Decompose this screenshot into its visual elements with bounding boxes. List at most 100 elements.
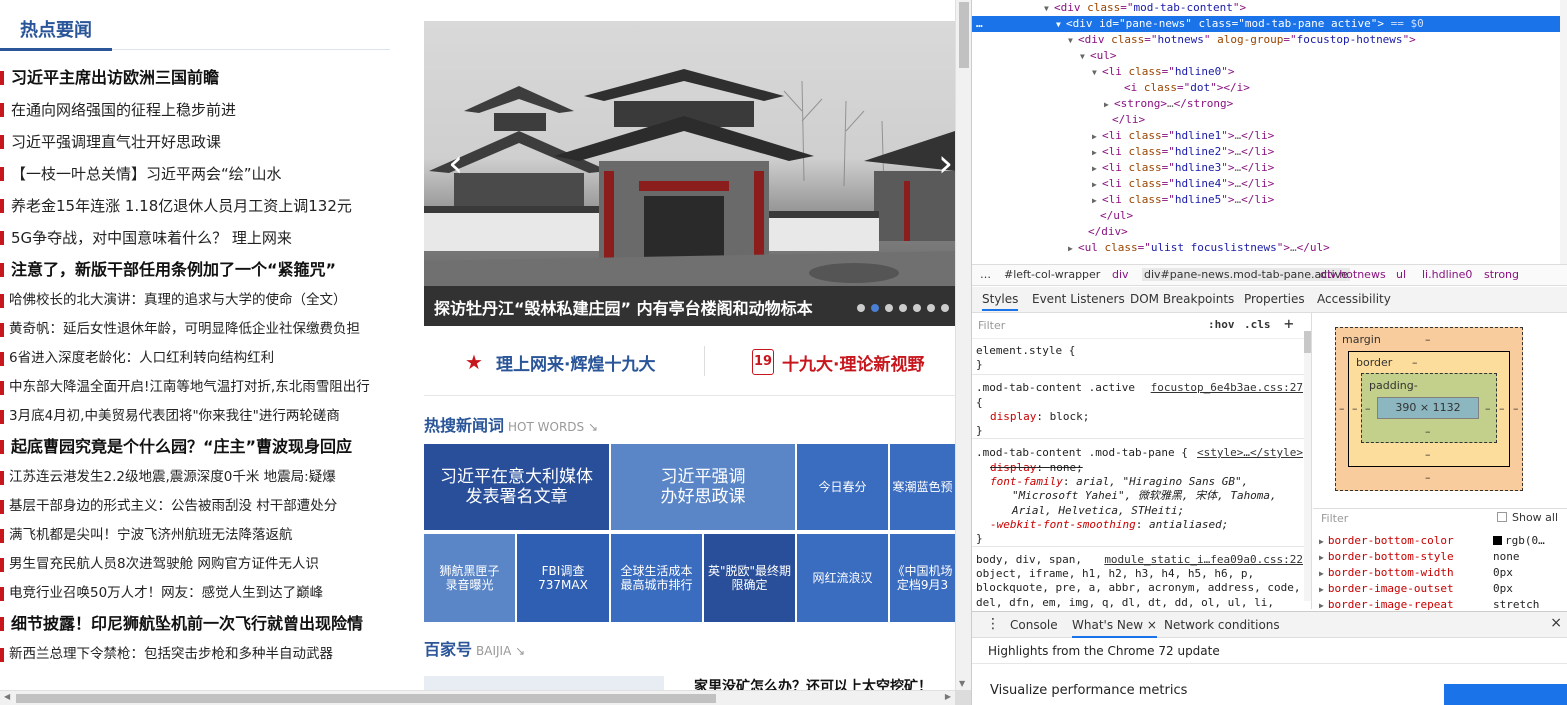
breadcrumb-item[interactable]: strong — [1484, 268, 1519, 281]
dom-node-line[interactable]: ▼ <div id="pane-news" class="mod-tab-pane… — [972, 16, 1562, 32]
expand-triangle-icon[interactable]: ▶ — [1319, 553, 1324, 562]
news-item-text[interactable]: 3月底4月初,中美贸易代表团将"你来我往"进行两轮磋商 — [9, 402, 340, 431]
collapse-triangle-icon[interactable]: ▼ — [1092, 65, 1102, 81]
style-line[interactable]: element.style { — [976, 343, 1075, 358]
computed-property-row[interactable]: ▶ border-image-outset 0px — [1319, 581, 1513, 597]
show-all-checkbox[interactable]: Show all — [1497, 511, 1558, 524]
carousel-dot[interactable] — [871, 304, 879, 312]
news-item-text[interactable]: 哈佛校长的北大演讲：真理的追求与大学的使命（全文） — [9, 286, 347, 315]
breadcrumb-item[interactable]: #left-col-wrapper — [1004, 268, 1100, 281]
page-horizontal-scrollbar[interactable]: ◀ ▶ — [0, 690, 955, 705]
baijia-headline[interactable]: 家里没矿怎么办？还可以上太空挖矿！ — [694, 676, 932, 690]
new-style-rule-button[interactable]: + — [1284, 314, 1294, 333]
news-item[interactable]: 6省进入深度老龄化：人口红利转向结构红利 — [0, 344, 400, 373]
style-line[interactable]: display: none; — [976, 460, 1083, 475]
style-line[interactable]: body, div, span, — [976, 552, 1082, 567]
css-property-name[interactable]: font-family — [990, 475, 1063, 488]
carousel-dot[interactable] — [857, 304, 865, 312]
hot-word-tile[interactable]: 英"脱欧"最终期 限确定 — [704, 534, 795, 622]
page-horizontal-scroll-thumb[interactable] — [16, 694, 716, 703]
news-item[interactable]: 起底曹园究竟是个什么园？“庄主”曹波现身回应 — [0, 431, 400, 463]
style-line[interactable]: Arial, Helvetica, STHeiti; — [976, 503, 1184, 518]
breadcrumb-item[interactable]: div.hotnews — [1320, 268, 1386, 281]
hot-word-tile[interactable]: 《中国机场 定档9月3 — [890, 534, 955, 622]
style-line[interactable]: del, dfn, em, img, q, dl, dt, dd, ol, ul… — [976, 595, 1274, 609]
banner-theory[interactable]: 19 十九大·理论新视野 — [752, 342, 924, 382]
computed-property-row[interactable]: ▶ border-bottom-style none — [1319, 549, 1520, 565]
page-vertical-scrollbar[interactable]: ▼ — [955, 0, 971, 690]
box-model-content[interactable]: 390 × 1132 — [1377, 397, 1479, 419]
collapse-triangle-icon[interactable]: ▼ — [1044, 1, 1054, 17]
news-item-text[interactable]: 中东部大降温全面开启!江南等地气温打对折,东北雨雪阻出行 — [9, 373, 370, 402]
breadcrumb-item[interactable]: ul — [1396, 268, 1406, 281]
drawer-menu-icon[interactable]: ⋮ — [986, 616, 1000, 632]
style-line[interactable]: } — [976, 423, 983, 438]
scroll-left-arrow-icon[interactable]: ◀ — [4, 692, 10, 701]
elements-dom-tree[interactable]: ▼ <div class="mod-tab-content"> ▼ <div id="… — [972, 0, 1567, 264]
close-drawer-icon[interactable]: × — [1550, 615, 1562, 631]
carousel-prev-arrow[interactable]: ‹ — [448, 141, 463, 185]
styles-filter-input[interactable]: Filter — [978, 319, 1005, 332]
hot-word-tile[interactable]: 全球生活成本 最高城市排行 — [611, 534, 702, 622]
news-item-text[interactable]: 5G争夺战，对中国意味着什么？ 理上网来 — [11, 222, 292, 254]
news-item-text[interactable]: 习近平强调理直气壮开好思政课 — [11, 126, 221, 158]
news-item-text[interactable]: 6省进入深度老龄化：人口红利转向结构红利 — [9, 344, 274, 373]
hot-word-tile[interactable]: 寒潮蓝色预 — [890, 444, 955, 530]
styles-subtab[interactable]: Properties — [1244, 292, 1305, 306]
style-line[interactable]: blockquote, pre, a, abbr, acronym, addre… — [976, 580, 1301, 595]
scroll-right-arrow-icon[interactable]: ▶ — [945, 692, 951, 701]
news-item-text[interactable]: 习近平主席出访欧洲三国前瞻 — [11, 62, 219, 94]
image-carousel[interactable]: ‹ › 探访牡丹江“毁林私建庄园” 内有亭台楼阁和动物标本 — [424, 21, 955, 326]
page-vertical-scroll-thumb[interactable] — [959, 2, 969, 68]
style-line[interactable]: font-family: arial, "Hiragino Sans GB", — [976, 474, 1248, 489]
news-item[interactable]: 3月底4月初,中美贸易代表团将"你来我往"进行两轮磋商 — [0, 402, 400, 431]
close-tab-icon[interactable]: × — [1147, 618, 1157, 632]
dom-tree-scrollbar[interactable] — [1560, 0, 1567, 264]
news-item-text[interactable]: 男生冒充民航人员8次进驾驶舱 网购官方证件无人识 — [9, 550, 319, 579]
expand-triangle-icon[interactable]: ▶ — [1092, 177, 1102, 193]
css-property-value[interactable]: antialiased; — [1149, 518, 1228, 531]
whats-new-item-thumbnail[interactable] — [1444, 684, 1567, 705]
breadcrumb-item[interactable]: div#pane-news.mod-tab-pane.active — [1142, 268, 1350, 281]
carousel-dot[interactable] — [899, 304, 907, 312]
style-line[interactable]: } — [976, 357, 983, 372]
styles-subtab[interactable]: DOM Breakpoints — [1130, 292, 1234, 306]
style-line[interactable]: } — [976, 531, 983, 546]
css-property-value[interactable]: arial, "Hiragino Sans GB", — [1076, 475, 1248, 488]
color-swatch-icon[interactable] — [1493, 536, 1502, 545]
news-item-text[interactable]: 电竞行业召唤50万人才！网友：感觉人生到达了巅峰 — [9, 579, 323, 608]
hot-word-tile[interactable]: 今日春分 — [797, 444, 888, 530]
expand-triangle-icon[interactable]: ▶ — [1092, 161, 1102, 177]
news-item[interactable]: 黄奇帆：延后女性退休年龄，可明显降低企业社保缴费负担 — [0, 315, 400, 344]
expand-triangle-icon[interactable]: ▶ — [1104, 97, 1114, 113]
style-line[interactable]: -webkit-font-smoothing: antialiased; — [976, 517, 1228, 532]
baijia-card-image[interactable] — [424, 676, 664, 690]
breadcrumb-item[interactable]: li.hdline0 — [1422, 268, 1472, 281]
news-item-text[interactable]: 基层干部身边的形式主义：公告被雨刮没 村干部遭处分 — [9, 492, 337, 521]
news-item[interactable]: 5G争夺战，对中国意味着什么？ 理上网来 — [0, 222, 400, 254]
expand-triangle-icon[interactable]: ▶ — [1319, 569, 1324, 578]
news-item-text[interactable]: 【一枝一叶总关情】习近平两会“绘”山水 — [11, 158, 282, 190]
css-property-value[interactable]: block; — [1050, 410, 1090, 423]
styles-scrollbar[interactable] — [1304, 331, 1311, 601]
breadcrumb-item[interactable]: … — [980, 268, 991, 281]
drawer-tab-whats-new[interactable]: What's New × — [1072, 618, 1157, 638]
collapse-triangle-icon[interactable]: ▼ — [1068, 33, 1078, 49]
css-source-link[interactable]: <style>…</style> — [1197, 445, 1303, 460]
news-item[interactable]: 中东部大降温全面开启!江南等地气温打对折,东北雨雪阻出行 — [0, 373, 400, 402]
hot-news-tab[interactable]: 热点要闻 — [0, 14, 390, 51]
news-item-text[interactable]: 江苏连云港发生2.2级地震,震源深度0千米 地震局:疑爆 — [9, 463, 336, 492]
style-line[interactable]: { — [976, 395, 983, 410]
styles-subtab[interactable]: Event Listeners — [1032, 292, 1125, 306]
expand-triangle-icon[interactable]: ▶ — [1092, 193, 1102, 209]
news-item-text[interactable]: 满飞机都是尖叫！宁波飞济州航班无法降落返航 — [9, 521, 293, 550]
styles-scroll-thumb[interactable] — [1304, 331, 1311, 353]
computed-property-row[interactable]: ▶ border-bottom-width 0px — [1319, 565, 1513, 581]
drawer-tab-network-conditions[interactable]: Network conditions — [1164, 618, 1280, 632]
news-item[interactable]: 习近平强调理直气壮开好思政课 — [0, 126, 400, 158]
hot-word-tile[interactable]: FBI调查737MAX — [517, 534, 609, 622]
css-source-link[interactable]: focustop_6e4b3ae.css:27 — [1151, 380, 1303, 395]
news-item[interactable]: 【一枝一叶总关情】习近平两会“绘”山水 — [0, 158, 400, 190]
style-line[interactable]: object, iframe, h1, h2, h3, h4, h5, h6, … — [976, 566, 1254, 581]
carousel-dot[interactable] — [927, 304, 935, 312]
